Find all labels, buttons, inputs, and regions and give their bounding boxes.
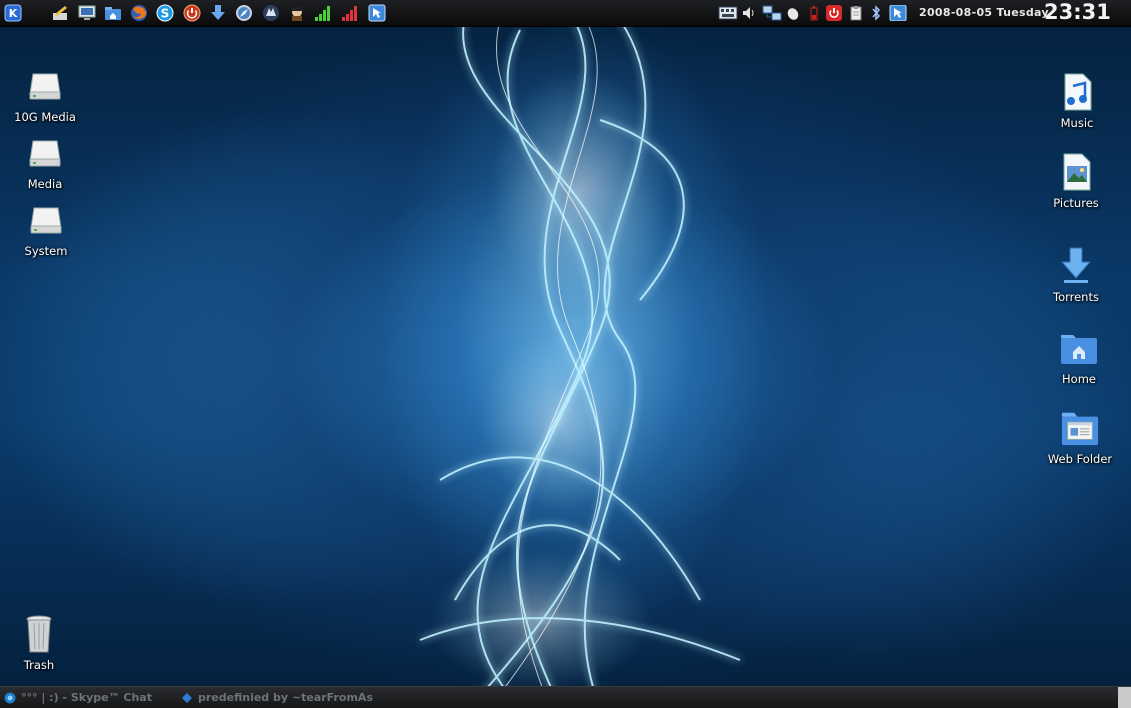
pictures-icon [1056, 152, 1096, 192]
desktop-icon-label: Music [1060, 116, 1094, 130]
clock-date[interactable]: 2008-08-05 Tuesday [919, 6, 1049, 19]
drive-icon [25, 66, 65, 106]
desktop-icon-pictures[interactable]: Pictures [1028, 152, 1124, 210]
top-panel: K S 2008-08-05 Tuesday 23:31 [0, 0, 1131, 27]
desktop-icon-label: Home [1062, 372, 1096, 386]
desktop-icon-label: System [24, 244, 68, 258]
firefox-icon[interactable] [129, 3, 149, 23]
desktop-icon-label: 10G Media [14, 110, 76, 124]
mouse-icon[interactable] [785, 5, 801, 21]
power-icon[interactable] [826, 5, 842, 21]
safari-icon[interactable] [234, 3, 254, 23]
desktop-wallpaper [0, 0, 1131, 707]
kde-window-icon [181, 692, 193, 704]
music-icon [1057, 72, 1097, 112]
kde-cursor-tray-icon[interactable] [888, 5, 908, 21]
desktop-icon-music[interactable]: Music [1029, 72, 1125, 130]
desktop-icon-label: Media [27, 177, 63, 191]
network-icon[interactable] [762, 5, 782, 21]
trash-icon [19, 614, 59, 654]
clipboard-icon[interactable] [848, 5, 864, 21]
taskbar-scroll-button[interactable] [1118, 687, 1131, 708]
pirate-icon[interactable] [287, 3, 307, 23]
desktop-icon-media[interactable]: Media [0, 133, 93, 191]
home-icon [1059, 328, 1099, 368]
bluetooth-icon[interactable] [868, 5, 884, 21]
kde-menu-icon[interactable]: K [3, 3, 23, 23]
clock-time[interactable]: 23:31 [1044, 0, 1111, 24]
monitor-icon[interactable] [77, 3, 97, 23]
skype-chat-icon [4, 692, 16, 704]
taskbar-item-skype-chat[interactable]: °°° | :) - Skype™ Chat [4, 690, 152, 705]
desktop-icon-system[interactable]: System [0, 200, 94, 258]
volume-icon[interactable] [741, 5, 757, 21]
power-app-icon[interactable] [182, 3, 202, 23]
drive-icon [25, 133, 65, 173]
desktop-icon-label: Pictures [1053, 196, 1099, 210]
desktop-icon-10g-media[interactable]: 10G Media [0, 66, 93, 124]
desktop-icon-label: Web Folder [1047, 452, 1113, 466]
signal-bars-red-icon[interactable] [340, 3, 360, 23]
taskbar-item-predefinied[interactable]: predefinied by ~tearFromAs [181, 690, 373, 705]
bottom-taskbar: °°° | :) - Skype™ Chat predefinied by ~t… [0, 686, 1131, 708]
keyboard-icon[interactable] [718, 5, 738, 21]
torrents-icon [1056, 246, 1096, 286]
battery-icon[interactable] [806, 5, 822, 21]
desktop-icon-web-folder[interactable]: Web Folder [1032, 408, 1128, 466]
wolf-icon[interactable] [261, 3, 281, 23]
svg-text:S: S [161, 7, 170, 21]
taskbar-item-label: predefinied by ~tearFromAs [198, 691, 373, 704]
desktop-icon-trash[interactable]: Trash [0, 614, 87, 672]
pencil-icon[interactable] [50, 3, 70, 23]
desktop-icon-home[interactable]: Home [1031, 328, 1127, 386]
home-folder-icon[interactable] [103, 3, 123, 23]
web-folder-icon [1060, 408, 1100, 448]
kde-cursor-icon[interactable] [367, 3, 387, 23]
desktop-icon-torrents[interactable]: Torrents [1028, 246, 1124, 304]
svg-text:K: K [9, 7, 18, 20]
signal-bars-green-icon[interactable] [313, 3, 333, 23]
desktop-icon-label: Torrents [1053, 290, 1099, 304]
download-icon[interactable] [208, 3, 228, 23]
skype-icon[interactable]: S [155, 3, 175, 23]
drive-icon [26, 200, 66, 240]
desktop-icon-label: Trash [23, 658, 55, 672]
taskbar-item-label: °°° | :) - Skype™ Chat [21, 691, 152, 704]
